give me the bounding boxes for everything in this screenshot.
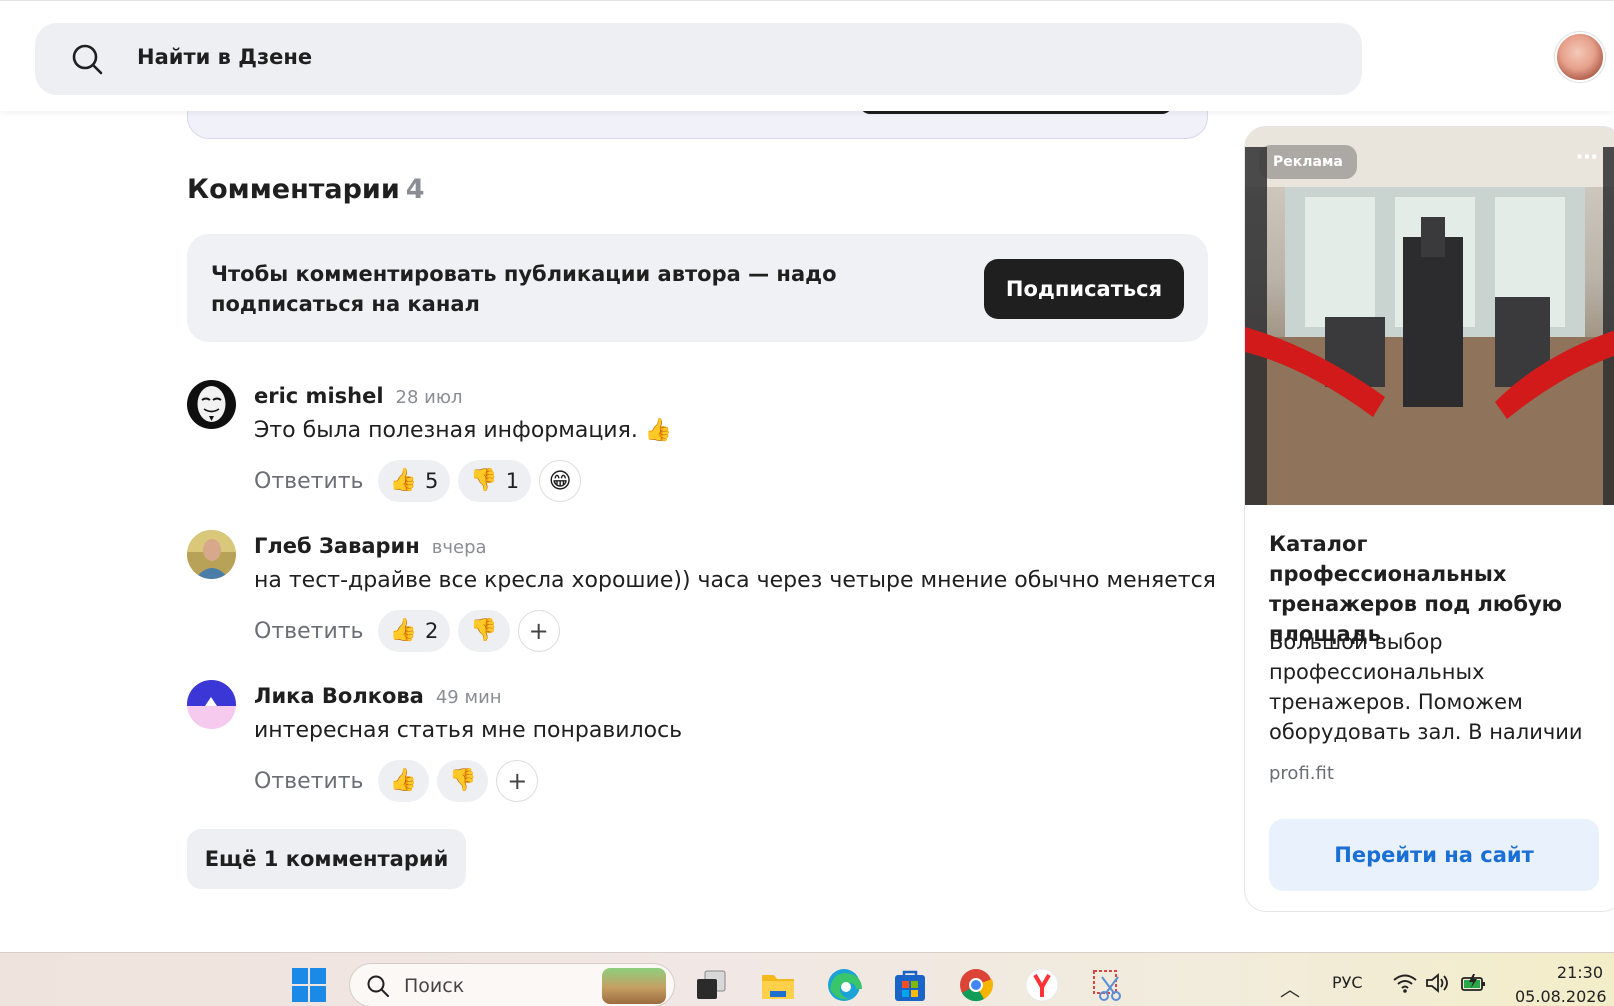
like-reaction[interactable]: 👍 5 (377, 460, 451, 502)
reply-button[interactable]: Ответить (254, 619, 364, 644)
snipping-tool-icon[interactable] (1090, 967, 1126, 1003)
taskbar-search[interactable]: Поиск (349, 963, 675, 1006)
search-input[interactable]: Найти в Дзене (137, 45, 312, 69)
like-reaction[interactable]: 👍 2 (377, 610, 451, 652)
comment-text: интересная статья мне понравилось (254, 718, 683, 743)
like-reaction[interactable]: 👍 (377, 760, 429, 802)
language-indicator[interactable]: РУС (1332, 973, 1363, 992)
default-avatar-icon (187, 680, 236, 729)
ad-domain[interactable]: profi.fit (1269, 763, 1334, 784)
search-highlight-image (602, 968, 666, 1004)
windows-taskbar: Поиск ︿ РУС 21:30 05.08.2026 (0, 952, 1614, 1006)
windows-start-icon[interactable] (291, 967, 327, 1003)
more-options-icon[interactable]: ⋯ (1576, 145, 1599, 170)
comment-item: Лика Волкова 49 мин интересная статья мне… (187, 680, 1197, 820)
wifi-icon[interactable] (1392, 971, 1418, 995)
comment-author-name[interactable]: Глеб Заварин (254, 534, 420, 558)
mask-avatar-icon (187, 380, 236, 429)
reply-button[interactable]: Ответить (254, 769, 364, 794)
file-explorer-icon[interactable] (760, 967, 796, 1003)
gym-interior-illustration (1245, 127, 1614, 505)
like-count: 2 (424, 619, 439, 643)
comment-actions: Ответить 👍 2 👎 + (254, 610, 560, 652)
microsoft-store-icon[interactable] (892, 967, 928, 1003)
thumbs-up-icon: 👍 (389, 768, 417, 793)
comment-avatar[interactable] (187, 530, 236, 579)
comment-text: Это была полезная информация. 👍 (254, 418, 673, 443)
edge-browser-icon[interactable] (826, 967, 862, 1003)
search-icon (72, 44, 103, 75)
comment-author[interactable]: Глеб Заварин вчера (254, 534, 487, 558)
thumbs-down-icon: 👎 (470, 618, 498, 643)
plus-icon: + (528, 617, 549, 645)
dislike-reaction[interactable]: 👎 (458, 610, 510, 652)
comment-item: Глеб Заварин вчера на тест-драйве все кре… (187, 530, 1216, 670)
comment-author[interactable]: Лика Волкова 49 мин (254, 684, 502, 708)
more-comments-button[interactable]: Ещё 1 комментарий (187, 829, 466, 889)
thumbs-up-icon: 👍 (389, 618, 417, 643)
subscribe-notice-text: Чтобы комментировать публикации автора —… (211, 262, 837, 316)
dislike-count: 1 (505, 469, 520, 493)
comment-author-name[interactable]: Лика Волкова (254, 684, 424, 708)
chrome-browser-icon[interactable] (958, 967, 994, 1003)
subscribe-notice: Чтобы комментировать публикации автора —… (187, 234, 1208, 342)
grin-emoji-icon: 😁 (548, 468, 572, 494)
comment-author[interactable]: eric mishel 28 июл (254, 384, 463, 408)
comment-time: 49 мин (435, 687, 502, 708)
comment-avatar[interactable] (187, 680, 236, 729)
person-photo-icon (187, 530, 236, 579)
ad-cta-button[interactable]: Перейти на сайт (1269, 819, 1599, 891)
search-icon (367, 975, 389, 997)
yandex-browser-icon[interactable] (1024, 967, 1060, 1003)
chevron-up-icon[interactable]: ︿ (1280, 973, 1300, 1002)
comment-time: 28 июл (395, 387, 463, 408)
taskbar-search-label[interactable]: Поиск (404, 975, 464, 997)
comments-title: Комментарии (187, 174, 400, 205)
ad-badge: Реклама (1259, 145, 1357, 179)
comment-avatar[interactable] (187, 380, 236, 429)
top-header: Найти в Дзене (0, 0, 1614, 111)
reply-button[interactable]: Ответить (254, 469, 364, 494)
user-avatar[interactable] (1555, 32, 1605, 82)
comments-heading: Комментарии 4 (187, 174, 425, 205)
task-view-icon[interactable] (693, 967, 729, 1003)
comments-count: 4 (405, 174, 425, 205)
plus-icon: + (507, 767, 528, 795)
ad-card[interactable]: Реклама ⋯ Каталог профессиональных трена… (1244, 126, 1614, 912)
comment-actions: Ответить 👍 5 👎 1 😁 (254, 460, 582, 502)
dislike-reaction[interactable]: 👎 (436, 760, 489, 802)
comment-author-name[interactable]: eric mishel (254, 384, 384, 408)
comment-time: вчера (431, 537, 487, 558)
add-reaction-button[interactable]: + (496, 760, 539, 802)
grin-reaction[interactable]: 😁 (539, 460, 582, 502)
thumbs-up-icon: 👍 (389, 468, 417, 493)
search-bar[interactable]: Найти в Дзене (35, 23, 1362, 95)
ad-image[interactable]: Реклама ⋯ (1245, 127, 1614, 505)
add-reaction-button[interactable]: + (517, 610, 560, 652)
clock-time[interactable]: 21:30 (1541, 963, 1603, 982)
comment-text: на тест-драйве все кресла хорошие)) часа… (254, 568, 1216, 593)
ad-description: Большой выбор профессиональных тренажеро… (1269, 630, 1583, 744)
clock-date[interactable]: 05.08.2026 (1515, 987, 1607, 1006)
thumbs-down-icon: 👎 (448, 768, 477, 793)
dislike-reaction[interactable]: 👎 1 (458, 460, 532, 502)
comment-item: eric mishel 28 июл Это была полезная инфо… (187, 380, 1197, 520)
battery-charging-icon[interactable] (1460, 971, 1486, 995)
thumbs-down-icon: 👎 (470, 468, 498, 493)
subscribe-button[interactable]: Подписаться (984, 259, 1184, 319)
comment-actions: Ответить 👍 👎 + (254, 760, 539, 802)
volume-icon[interactable] (1424, 971, 1450, 995)
like-count: 5 (424, 469, 439, 493)
